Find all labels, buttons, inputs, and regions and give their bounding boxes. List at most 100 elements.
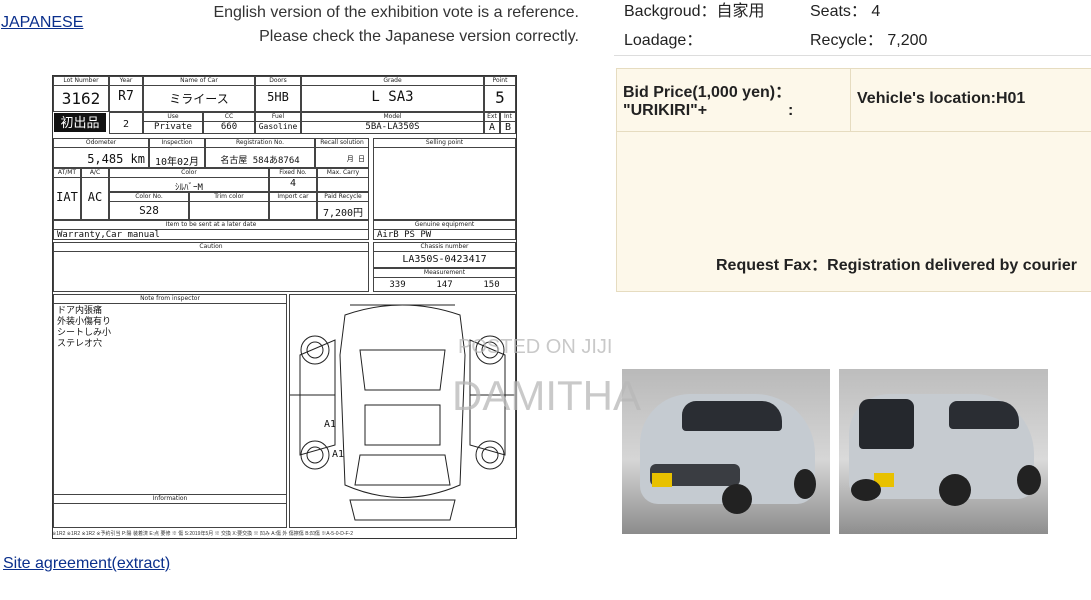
chassis-cell: Chassis number LA350S-0423417 xyxy=(373,242,516,268)
watermark-name: DAMITHA xyxy=(452,372,641,419)
urikiri-colon: : xyxy=(788,102,794,119)
doors-cell: Doors 5HB xyxy=(255,76,301,112)
int-cell: Int B xyxy=(500,112,516,134)
model-cell: Model 5BA-LA350S xyxy=(301,112,484,134)
equipment-value: AirB PS PW xyxy=(377,230,432,240)
lot-number: 3162 xyxy=(61,89,101,108)
vehicle-location: Vehicle's location:H01 xyxy=(857,90,1026,107)
use-header: Use xyxy=(144,113,202,122)
caution-header: Caution xyxy=(54,243,368,252)
fuel-value: Gasoline xyxy=(258,122,298,131)
year-month-value: 2 xyxy=(122,119,130,130)
ac-value: AC xyxy=(87,190,103,204)
watermark-posted-on: POSTED ON JIJI xyxy=(458,336,613,358)
trim-color-header: Trim color xyxy=(190,193,268,202)
inspector-notes: ドア内張痛 外装小傷有り シートしみ小 ステレオ穴 xyxy=(54,304,286,352)
trim-color-cell: Trim color xyxy=(189,192,269,220)
bid-price-cell: Bid Price(1,000 yen)： "URIKIRI"+ : xyxy=(617,69,851,131)
japanese-version-link[interactable]: JAPANESE xyxy=(1,14,83,32)
paid-recycle-cell: Paid Recycle 7,200円 xyxy=(317,192,369,220)
recall-cell: Recall solution 月 日 xyxy=(315,138,369,168)
wheel-icon xyxy=(851,479,881,501)
lot-number-header: Lot Number xyxy=(54,77,108,86)
windshield-icon xyxy=(682,401,782,431)
length-value: 339 xyxy=(389,280,406,290)
reference-note: English version of the exhibition vote i… xyxy=(160,1,579,49)
note-item: ステレオ穴 xyxy=(57,339,103,349)
doors-header: Doors xyxy=(256,77,300,86)
ac-cell: A/C AC xyxy=(81,168,109,220)
point-cell: Point 5 xyxy=(484,76,516,112)
int-header: Int xyxy=(501,113,515,122)
rear-window-icon xyxy=(859,399,914,449)
measurement-header: Measurement xyxy=(374,269,515,278)
selling-point-header: Selling point xyxy=(374,139,515,148)
damage-mark: A1 xyxy=(332,449,345,460)
year-month-cell: 2 xyxy=(109,112,143,134)
import-car-cell: Import car xyxy=(269,192,317,220)
transmission-header: AT/MT xyxy=(54,169,80,178)
information-header: Information xyxy=(54,495,286,504)
warranty-value: Warranty,Car manual xyxy=(57,230,160,240)
max-carry-header: Max. Carry xyxy=(318,169,368,178)
car-name-header: Name of Car xyxy=(144,77,254,86)
cc-value: 660 xyxy=(220,122,238,132)
recall-value: 月 日 xyxy=(346,155,365,163)
use-cell: Use Private xyxy=(143,112,203,134)
cc-header: CC xyxy=(204,113,254,122)
car-name: ミライース xyxy=(169,92,229,106)
caution-cell: Caution xyxy=(53,242,369,292)
ext-header: Ext xyxy=(485,113,499,122)
inspection-value: 10年02月 xyxy=(154,157,200,168)
height-value: 150 xyxy=(483,280,500,290)
paid-recycle-header: Paid Recycle xyxy=(318,193,368,202)
license-plate-icon xyxy=(652,473,672,487)
color-number-value: S28 xyxy=(139,204,159,217)
warranty-cell: Item to be sent at a later date Warranty… xyxy=(53,220,369,240)
int-value: B xyxy=(504,122,512,133)
ac-header: A/C xyxy=(82,169,108,178)
recycle-spec: Recycle： 7,200 xyxy=(810,32,928,49)
site-agreement-link[interactable]: Site agreement(extract) xyxy=(3,555,170,573)
side-window-icon xyxy=(949,401,1019,429)
loadage-spec: Loadage： xyxy=(624,32,703,49)
paid-recycle-value: 7,200円 xyxy=(322,208,364,219)
information-cell: Information xyxy=(53,494,287,528)
cc-cell: CC 660 xyxy=(203,112,255,134)
grade-cell: Grade L SA3 xyxy=(301,76,484,112)
color-number-cell: Color No. S28 xyxy=(109,192,189,220)
ext-cell: Ext A xyxy=(484,112,500,134)
wheel-icon xyxy=(939,474,971,506)
registration-header: Registration No. xyxy=(206,139,314,148)
import-car-header: Import car xyxy=(270,193,316,202)
model-header: Model xyxy=(302,113,483,122)
chassis-header: Chassis number xyxy=(374,243,515,252)
fixed-number-value: 4 xyxy=(289,178,297,189)
fixed-number-header: Fixed No. xyxy=(270,169,316,178)
color-number-header: Color No. xyxy=(110,193,188,202)
year-header: Year xyxy=(110,77,142,86)
divider xyxy=(614,55,1091,56)
fuel-header: Fuel xyxy=(256,113,300,122)
transmission-cell: AT/MT IAT xyxy=(53,168,81,220)
fixed-number-cell: Fixed No. 4 xyxy=(269,168,317,192)
note-item: シートしみ小 xyxy=(57,328,112,338)
color-header: Color xyxy=(110,169,268,178)
wheel-icon xyxy=(722,484,752,514)
first-listing-badge: 初出品 xyxy=(54,113,106,132)
use-value: Private xyxy=(154,122,192,132)
grade-value: L SA3 xyxy=(371,89,414,105)
inspection-cell: Inspection 10年02月 xyxy=(149,138,205,168)
inspector-notes-cell: Note from inspector ドア内張痛 外装小傷有り シートしみ小 … xyxy=(53,294,287,528)
recall-header: Recall solution xyxy=(316,139,368,148)
items-later-header: Item to be sent at a later date xyxy=(54,221,368,230)
inspection-header: Inspection xyxy=(150,139,204,148)
wheel-icon xyxy=(1017,465,1041,495)
year-value: R7 xyxy=(118,89,134,104)
seats-spec: Seats： 4 xyxy=(810,3,881,20)
chassis-value: LA350S-0423417 xyxy=(402,254,487,265)
note-item: ドア内張痛 xyxy=(57,306,103,316)
fuel-cell: Fuel Gasoline xyxy=(255,112,301,134)
genuine-equipment-header: Genuine equipment xyxy=(374,221,515,230)
odometer-cell: Odometer 5,485 km xyxy=(53,138,149,168)
